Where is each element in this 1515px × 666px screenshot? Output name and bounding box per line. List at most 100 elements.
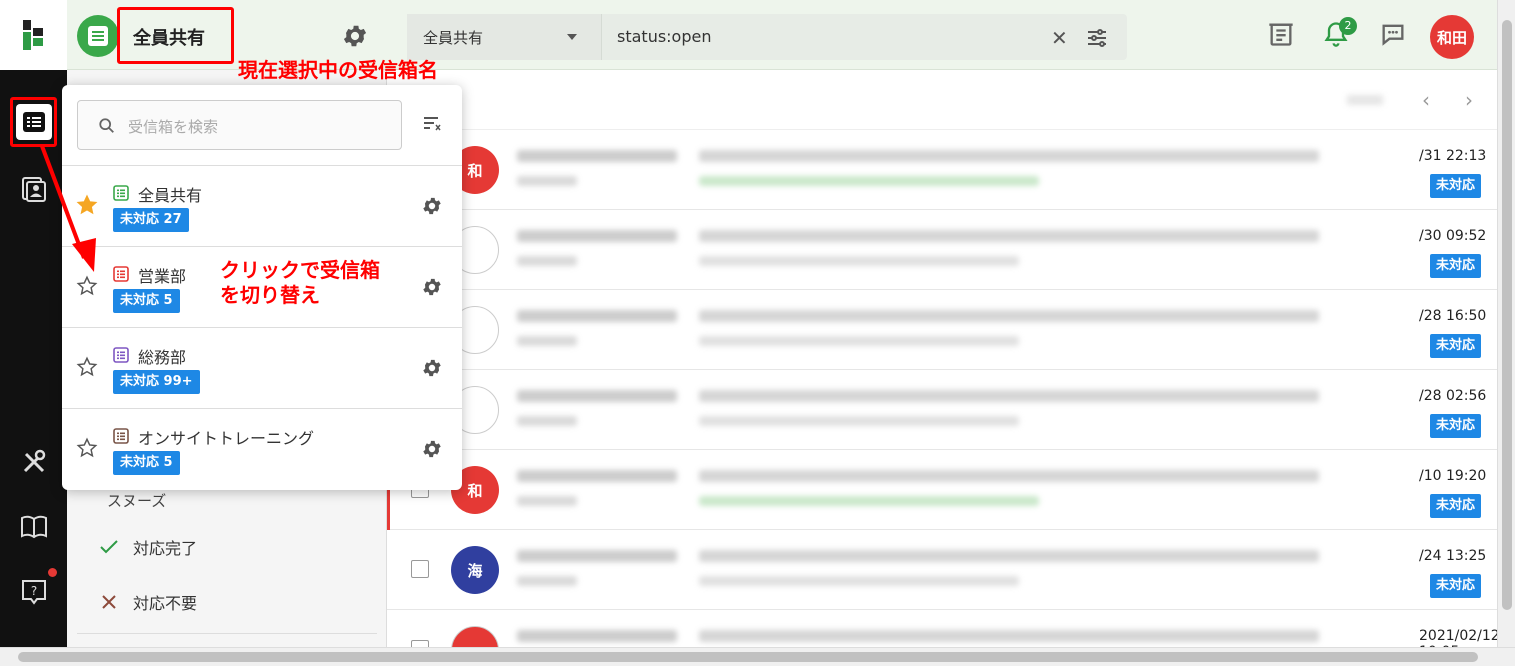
message-preview	[699, 576, 1019, 586]
user-avatar[interactable]: 和田	[1430, 15, 1474, 59]
table-row[interactable]: /28 02:56 未対応	[387, 370, 1497, 450]
table-row[interactable]: 海/24 13:25 未対応	[387, 530, 1497, 610]
message-preview	[699, 256, 1019, 266]
app-window: ? 全員共有 スヌーズ 対応完了 対応不要 全員共有 status:open ✕…	[0, 0, 1497, 647]
inbox-switcher-item[interactable]: 全員共有未対応 27	[62, 165, 462, 246]
message-date: /30 09:52	[1419, 228, 1487, 244]
favorite-star-icon[interactable]	[76, 437, 98, 459]
inbox-search-field[interactable]: 受信箱を検索	[77, 100, 402, 150]
status-badge: 未対応	[1430, 414, 1482, 438]
templates-icon[interactable]	[1267, 20, 1295, 48]
help-notification-dot	[48, 568, 57, 577]
message-date: /28 16:50	[1419, 308, 1487, 324]
inbox-scope-select[interactable]: 全員共有	[407, 14, 602, 60]
sender-name	[517, 630, 677, 642]
annotation-current-inbox: 現在選択中の受信箱名	[238, 58, 438, 82]
notification-count-badge: 2	[1339, 17, 1357, 35]
chevron-down-icon	[567, 34, 577, 40]
inbox-settings-gear-icon[interactable]	[421, 195, 443, 217]
favorite-star-icon[interactable]	[76, 356, 98, 378]
inbox-switcher-item[interactable]: 総務部 未対応 99+	[62, 327, 462, 408]
sender-name	[517, 390, 677, 402]
row-checkbox[interactable]	[411, 560, 429, 578]
table-row[interactable]: 2021/02/12 10:05	[387, 610, 1497, 647]
inbox-name: オンサイトトレーニング	[138, 429, 315, 448]
inbox-settings-gear-icon[interactable]	[421, 357, 443, 379]
sender-name	[517, 230, 677, 242]
status-badge: 未対応	[1430, 334, 1482, 358]
message-date: /28 02:56	[1419, 388, 1487, 404]
annotation-switch-hint: クリックで受信箱 を切り替え	[220, 258, 380, 308]
horizontal-scroll-thumb[interactable]	[18, 652, 1478, 662]
message-subject	[699, 150, 1319, 162]
sender-name	[517, 550, 677, 562]
prev-page-icon[interactable]: ‹	[1422, 88, 1430, 112]
message-subject	[699, 390, 1319, 402]
svg-text:?: ?	[31, 584, 37, 598]
help-nav-button[interactable]: ?	[16, 574, 52, 610]
search-icon	[99, 118, 114, 133]
row-checkbox[interactable]	[411, 640, 429, 647]
sender-name	[517, 150, 677, 162]
search-filter-icon[interactable]	[1085, 26, 1109, 50]
app-logo[interactable]	[0, 0, 67, 70]
inbox-search-placeholder: 受信箱を検索	[128, 118, 219, 136]
list-toolbar: ‹ ›	[387, 70, 1497, 130]
horizontal-scrollbar[interactable]	[0, 647, 1515, 666]
annotation-arrow-icon	[40, 145, 96, 272]
message-preview	[699, 176, 1039, 186]
unresolved-count-badge: 未対応 5	[113, 451, 180, 475]
next-page-icon[interactable]: ›	[1465, 88, 1473, 112]
chat-icon[interactable]	[1379, 20, 1407, 48]
vertical-scroll-thumb[interactable]	[1502, 20, 1512, 610]
inbox-switcher-item[interactable]: オンサイトトレーニング未対応 5	[62, 408, 462, 489]
clear-search-icon[interactable]: ✕	[1051, 26, 1068, 50]
inbox-settings-gear-icon[interactable]	[341, 22, 369, 50]
unresolved-count-badge: 未対応 5	[113, 289, 180, 313]
message-date: 2021/02/12 10:05	[1419, 628, 1497, 647]
sort-filter-icon[interactable]	[422, 115, 442, 133]
message-subject	[699, 230, 1319, 242]
check-icon	[100, 540, 118, 554]
inbox-settings-gear-icon[interactable]	[421, 438, 443, 460]
vertical-scrollbar[interactable]	[1497, 0, 1515, 647]
top-bar: 全員共有 status:open ✕ 2 和田	[387, 0, 1497, 70]
message-subject	[699, 550, 1319, 562]
message-preview	[699, 336, 1019, 346]
table-row[interactable]: 和/31 22:13 未対応	[387, 130, 1497, 210]
annotation-switch-hint-line2: を切り替え	[220, 283, 320, 307]
sender-avatar	[451, 626, 499, 647]
table-row[interactable]: /30 09:52 未対応	[387, 210, 1497, 290]
sender-meta	[517, 496, 577, 506]
inbox-list-icon	[113, 347, 129, 363]
table-row[interactable]: 和/10 19:20 未対応	[387, 450, 1497, 530]
sidebar-divider	[77, 633, 377, 634]
sender-meta	[517, 176, 577, 186]
status-badge: 未対応	[1430, 174, 1482, 198]
sender-name	[517, 310, 677, 322]
annotation-switch-hint-line1: クリックで受信箱	[220, 258, 380, 282]
status-badge: 未対応	[1430, 254, 1482, 278]
message-date: /10 19:20	[1419, 468, 1487, 484]
sidebar-item-unneeded[interactable]: 対応不要	[99, 590, 197, 614]
sidebar-item-done[interactable]: 対応完了	[99, 535, 197, 559]
message-preview	[699, 416, 1019, 426]
search-query-input[interactable]: status:open	[617, 27, 711, 46]
manual-nav-button[interactable]	[16, 509, 52, 545]
inbox-list-icon	[113, 428, 129, 444]
sidebar-item-unneeded-label: 対応不要	[133, 594, 198, 613]
tools-nav-button[interactable]	[16, 444, 52, 480]
inbox-name: 総務部	[138, 348, 187, 367]
table-row[interactable]: /28 16:50 未対応	[387, 290, 1497, 370]
inbox-avatar[interactable]	[77, 15, 119, 57]
inbox-list-icon	[88, 26, 108, 46]
inbox-settings-gear-icon[interactable]	[421, 276, 443, 298]
sidebar-item-snooze[interactable]: スヌーズ	[107, 490, 166, 511]
inbox-name: 全員共有	[138, 186, 203, 205]
message-subject	[699, 310, 1319, 322]
logo-icon	[22, 20, 43, 50]
sender-meta	[517, 416, 577, 426]
status-badge: 未対応	[1430, 574, 1482, 598]
unresolved-count-badge: 未対応 27	[113, 208, 189, 232]
inbox-name: 営業部	[138, 267, 187, 286]
